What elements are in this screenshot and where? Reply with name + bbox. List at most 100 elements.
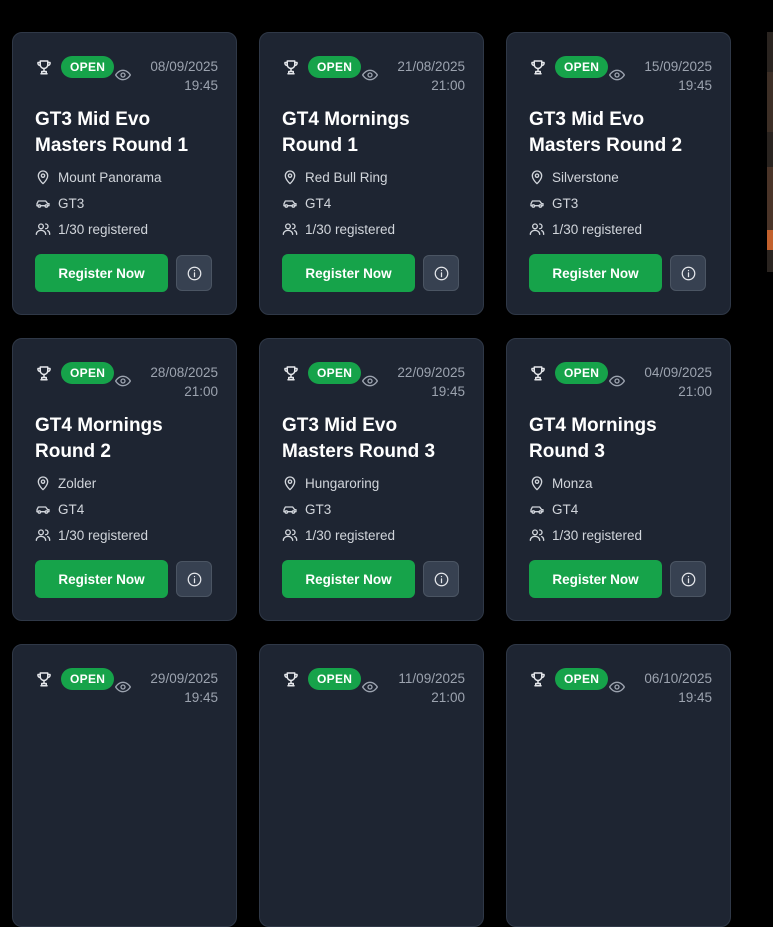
track-row: Mount Panorama: [35, 167, 162, 187]
register-now-button[interactable]: Register Now: [282, 560, 415, 598]
class-row: GT3: [529, 193, 578, 213]
card-header: OPEN 04/09/2025 21:00: [529, 361, 712, 401]
event-info-button[interactable]: [670, 255, 706, 291]
event-card: OPEN 08/09/2025 19:45 GT3 Mid Evo Master…: [12, 32, 237, 315]
class-row: GT3: [282, 499, 331, 519]
registration-count: 1/30 registered: [552, 527, 643, 543]
event-time: 21:00: [184, 384, 218, 399]
status-badge: OPEN: [308, 668, 362, 690]
event-card: OPEN 04/09/2025 21:00 GT4 Mornings Round…: [506, 338, 731, 621]
track-row: Red Bull Ring: [282, 167, 388, 187]
class-row: GT4: [35, 499, 84, 519]
trophy-icon: [35, 58, 53, 76]
status-badge: OPEN: [555, 56, 609, 78]
event-date: 29/09/2025: [150, 671, 218, 686]
event-card: OPEN 21/08/2025 21:00 GT4 Mornings Round…: [259, 32, 484, 315]
registration-count: 1/30 registered: [305, 527, 396, 543]
car-icon: [283, 200, 297, 208]
trophy-icon: [282, 364, 300, 382]
eye-icon: [115, 374, 131, 387]
event-time: 19:45: [431, 384, 465, 399]
event-card: OPEN 06/10/2025 19:45: [506, 644, 731, 927]
register-now-button[interactable]: Register Now: [35, 254, 168, 292]
event-info-button[interactable]: [423, 255, 459, 291]
event-info-button[interactable]: [670, 561, 706, 597]
users-icon: [529, 223, 545, 235]
eye-icon: [609, 374, 625, 387]
event-info-button[interactable]: [423, 561, 459, 597]
register-now-button[interactable]: Register Now: [282, 254, 415, 292]
event-date: 28/08/2025: [150, 365, 218, 380]
eye-icon: [362, 374, 378, 387]
trophy-icon: [529, 364, 547, 382]
event-datetime: 21/08/2025 21:00: [397, 57, 465, 95]
eye-icon: [115, 68, 131, 81]
event-date: 04/09/2025: [644, 365, 712, 380]
trophy-icon: [282, 58, 300, 76]
users-icon: [282, 223, 298, 235]
register-now-button[interactable]: Register Now: [529, 560, 662, 598]
car-icon: [283, 506, 297, 514]
info-icon: [434, 266, 448, 280]
event-datetime: 08/09/2025 19:45: [150, 57, 218, 95]
registration-row: 1/30 registered: [282, 219, 395, 239]
event-title: GT3 Mid Evo Masters Round 3: [282, 415, 436, 462]
status-badge: OPEN: [555, 668, 609, 690]
card-header: OPEN 21/08/2025 21:00: [282, 55, 465, 95]
track-row: Monza: [529, 473, 593, 493]
event-time: 21:00: [678, 384, 712, 399]
track-name: Silverstone: [552, 169, 619, 185]
event-info-button[interactable]: [176, 561, 212, 597]
event-title: GT3 Mid Evo Masters Round 1: [35, 109, 189, 156]
info-icon: [187, 266, 201, 280]
users-icon: [35, 223, 51, 235]
event-title: GT4 Mornings Round 1: [282, 109, 410, 156]
status-badge: OPEN: [61, 56, 115, 78]
event-datetime: 04/09/2025 21:00: [644, 363, 712, 401]
map-pin-icon: [531, 170, 543, 185]
event-date: 22/09/2025: [397, 365, 465, 380]
info-icon: [187, 572, 201, 586]
map-pin-icon: [284, 476, 296, 491]
eye-icon: [362, 680, 378, 693]
registration-row: 1/30 registered: [35, 219, 148, 239]
map-pin-icon: [531, 476, 543, 491]
event-info-button[interactable]: [176, 255, 212, 291]
registration-row: 1/30 registered: [282, 525, 395, 545]
trophy-icon: [529, 670, 547, 688]
event-date: 15/09/2025: [644, 59, 712, 74]
class-row: GT4: [282, 193, 331, 213]
event-datetime: 22/09/2025 19:45: [397, 363, 465, 401]
status-badge: OPEN: [61, 362, 115, 384]
users-icon: [35, 529, 51, 541]
event-title: GT4 Mornings Round 2: [35, 415, 163, 462]
track-row: Hungaroring: [282, 473, 379, 493]
class-row: GT3: [35, 193, 84, 213]
car-icon: [36, 506, 50, 514]
registration-count: 1/30 registered: [58, 527, 149, 543]
event-datetime: 29/09/2025 19:45: [150, 669, 218, 707]
event-time: 19:45: [184, 690, 218, 705]
car-class: GT4: [552, 501, 579, 517]
eye-icon: [609, 680, 625, 693]
car-icon: [530, 200, 544, 208]
card-header: OPEN 28/08/2025 21:00: [35, 361, 218, 401]
event-card: OPEN 11/09/2025 21:00: [259, 644, 484, 927]
car-icon: [36, 200, 50, 208]
card-header: OPEN 11/09/2025 21:00: [282, 667, 465, 707]
event-date: 21/08/2025: [397, 59, 465, 74]
car-class: GT3: [58, 195, 85, 211]
event-card: OPEN 22/09/2025 19:45 GT3 Mid Evo Master…: [259, 338, 484, 621]
track-row: Zolder: [35, 473, 96, 493]
adjacent-image-edge: [767, 32, 773, 272]
register-now-button[interactable]: Register Now: [529, 254, 662, 292]
track-name: Hungaroring: [305, 475, 380, 491]
event-time: 21:00: [431, 690, 465, 705]
info-icon: [434, 572, 448, 586]
track-name: Zolder: [58, 475, 97, 491]
registration-count: 1/30 registered: [305, 221, 396, 237]
track-name: Red Bull Ring: [305, 169, 388, 185]
event-date: 11/09/2025: [398, 671, 465, 686]
event-datetime: 06/10/2025 19:45: [644, 669, 712, 707]
register-now-button[interactable]: Register Now: [35, 560, 168, 598]
